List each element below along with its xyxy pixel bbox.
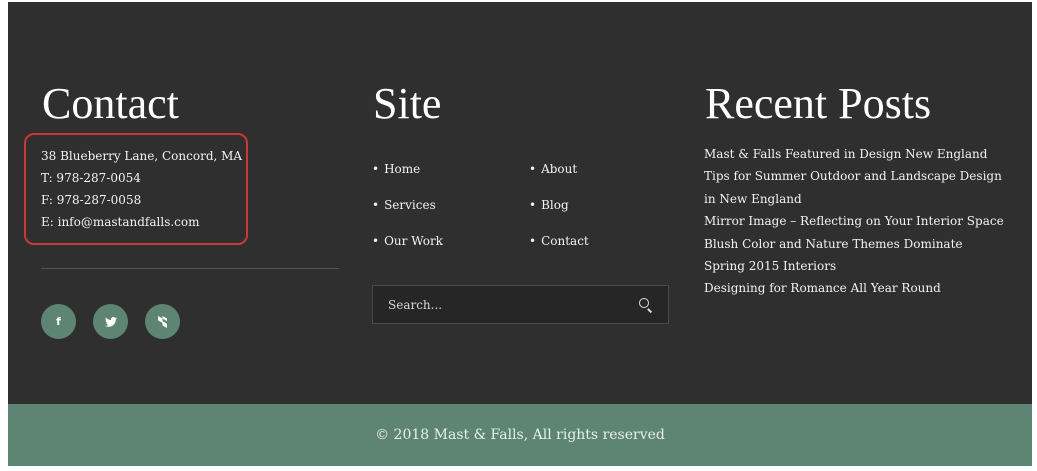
contact-phone[interactable]: T: 978-287-0054 — [41, 167, 242, 189]
contact-title: Contact — [42, 79, 179, 128]
contact-address: 38 Blueberry Lane, Concord, MA — [41, 149, 243, 163]
recent-post-link[interactable]: Tips for Summer Outdoor and Landscape De… — [704, 165, 1004, 210]
recent-posts-title: Recent Posts — [705, 79, 932, 128]
nav-link-services[interactable]: Services — [372, 195, 529, 231]
site-title: Site — [373, 79, 442, 128]
copyright-text: © 2018 Mast & Falls, All rights reserved — [375, 427, 665, 443]
houzz-icon[interactable] — [145, 304, 180, 339]
copyright-bar: © 2018 Mast & Falls, All rights reserved — [8, 404, 1032, 466]
site-footer: Contact 38 Blueberry Lane, Concord, MA T… — [8, 0, 1032, 471]
recent-post-link[interactable]: Designing for Romance All Year Round — [704, 277, 1004, 299]
contact-email[interactable]: E: info@mastandfalls.com — [41, 211, 242, 233]
nav-link-contact[interactable]: Contact — [529, 231, 669, 267]
contact-info: 38 Blueberry Lane, Concord, MA T: 978-28… — [41, 145, 242, 233]
recent-posts-list: Mast & Falls Featured in Design New Engl… — [704, 143, 1004, 300]
twitter-bird-glyph — [104, 316, 117, 327]
houzz-glyph — [158, 315, 167, 328]
nav-link-our-work[interactable]: Our Work — [372, 231, 529, 267]
search-icon[interactable] — [638, 297, 654, 313]
nav-link-blog[interactable]: Blog — [529, 195, 669, 231]
nav-link-about[interactable]: About — [529, 159, 669, 195]
recent-post-link[interactable]: Blush Color and Nature Themes Dominate S… — [704, 233, 1004, 278]
site-nav: Home About Services Blog Our Work Contac… — [372, 159, 669, 267]
page-bottom-strip — [8, 466, 1032, 471]
search-input[interactable] — [388, 297, 638, 312]
recent-post-link[interactable]: Mirror Image – Reflecting on Your Interi… — [704, 210, 1004, 232]
facebook-icon[interactable]: f — [41, 304, 76, 339]
contact-divider — [41, 268, 339, 269]
search-box — [372, 285, 669, 324]
social-links: f — [41, 304, 180, 339]
recent-post-link[interactable]: Mast & Falls Featured in Design New Engl… — [704, 143, 1004, 165]
nav-link-home[interactable]: Home — [372, 159, 529, 195]
contact-fax: F: 978-287-0058 — [41, 193, 142, 207]
twitter-icon[interactable] — [93, 304, 128, 339]
